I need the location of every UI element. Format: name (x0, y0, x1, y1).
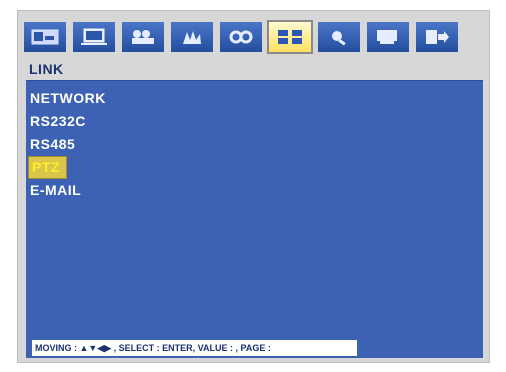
gears-icon (227, 27, 255, 47)
exit-tab[interactable] (414, 19, 460, 54)
menu-item-label: PTZ (32, 159, 60, 175)
search-icon (325, 27, 353, 47)
menu-panel: NETWORK RS232C RS485 PTZ E-MAIL MOVING :… (26, 80, 483, 358)
display-tab[interactable] (22, 19, 68, 54)
exit-icon (423, 27, 451, 47)
search-tab[interactable] (316, 19, 362, 54)
system-icon (374, 27, 402, 47)
menu-item-label: NETWORK (30, 90, 106, 106)
menu-item-rs232c[interactable]: RS232C (26, 110, 483, 133)
page-title: LINK (29, 61, 64, 77)
menu-item-label: E-MAIL (30, 182, 82, 198)
hand-icon (178, 27, 206, 47)
camera-icon (129, 27, 157, 47)
motion-tab[interactable] (169, 19, 215, 54)
system-tab[interactable] (365, 19, 411, 54)
menu-item-network[interactable]: NETWORK (26, 87, 483, 110)
monitor-tab[interactable] (71, 19, 117, 54)
display-icon (31, 27, 59, 47)
top-icon-toolbar (22, 15, 486, 58)
menu-item-label: RS232C (30, 113, 86, 129)
menu-list: NETWORK RS232C RS485 PTZ E-MAIL (26, 87, 483, 202)
camera-tab[interactable] (120, 19, 166, 54)
menu-item-ptz[interactable]: PTZ (28, 156, 67, 179)
status-bar: MOVING : ▲▼◀▶ , SELECT : ENTER, VALUE : … (32, 340, 357, 356)
link-icon (276, 27, 304, 47)
monitor-icon (80, 27, 108, 47)
menu-item-email[interactable]: E-MAIL (26, 179, 483, 202)
device-tab[interactable] (218, 19, 264, 54)
menu-item-label: RS485 (30, 136, 76, 152)
link-tab[interactable] (267, 19, 313, 54)
menu-item-rs485[interactable]: RS485 (26, 133, 483, 156)
